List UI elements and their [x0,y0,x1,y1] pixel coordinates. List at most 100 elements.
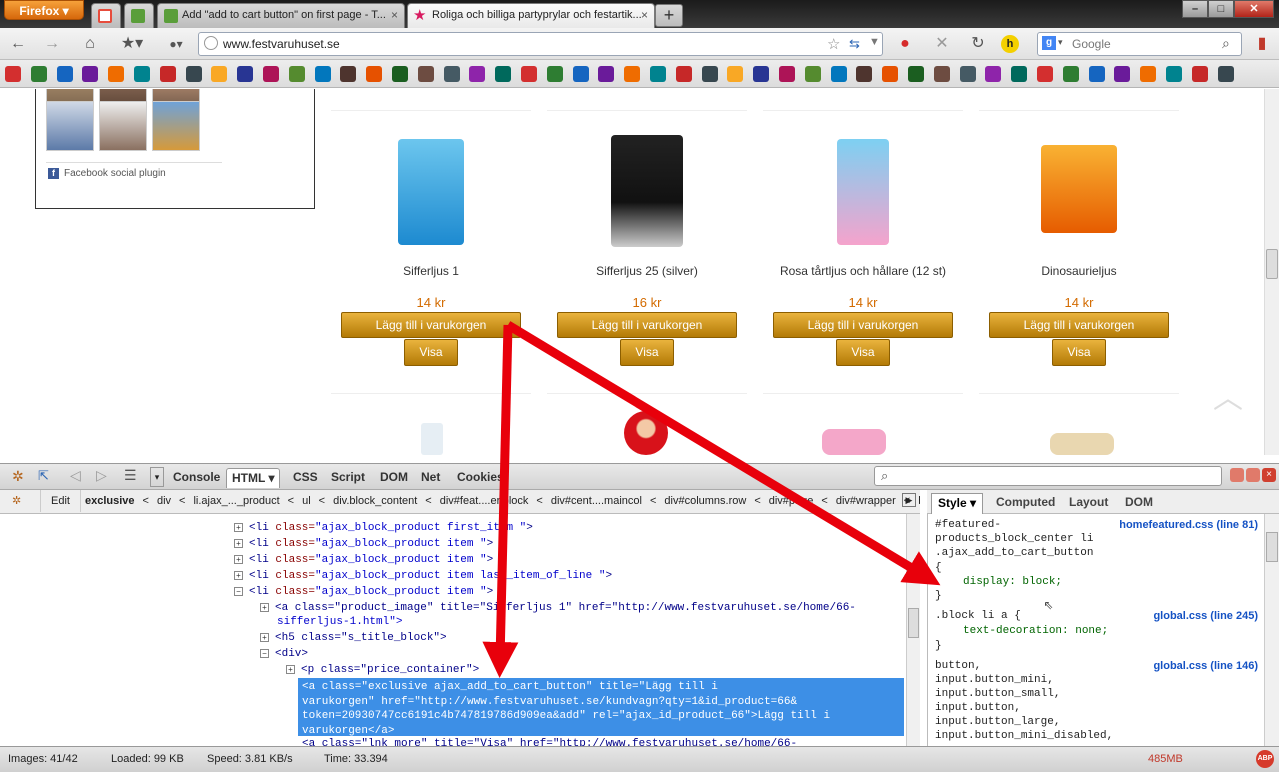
tab-addtocart[interactable]: Add "add to cart button" on first page -… [157,3,405,28]
detach-icon[interactable] [1246,468,1260,482]
tab-console[interactable]: Console [168,468,225,488]
tab-gmail[interactable] [91,3,121,28]
tree-node[interactable]: + <li class="ajax_block_product item "> [234,538,493,550]
bookmark-icon[interactable] [263,66,279,82]
css-source-link[interactable]: global.css (line 146) [1153,660,1258,672]
minimize-icon[interactable] [1230,468,1244,482]
product-name[interactable]: Sifferljus 1 [331,264,531,278]
tree-node[interactable]: + <a class="product_image" title="Sifferl… [260,602,856,614]
bookmark-icon[interactable] [959,66,976,82]
bookmark-icon[interactable] [134,66,150,82]
avatar[interactable] [152,101,200,151]
bookmark-icon[interactable] [1166,66,1182,82]
inspect-icon[interactable]: ⇱ [38,468,49,484]
firebug-icon[interactable]: ✲ [0,490,40,512]
breadcrumb-item[interactable]: div#feat....er.block [436,490,533,512]
bookmark-icon[interactable] [5,66,21,82]
identity-icon[interactable]: ●▾ [160,33,192,55]
bookmark-icon[interactable] [1011,66,1028,82]
bookmark-icon[interactable] [82,66,99,82]
breadcrumb-item[interactable]: div#page [765,490,818,512]
tab-css[interactable]: CSS [288,468,323,488]
tab-dom[interactable]: DOM [1119,493,1159,514]
minimize-button[interactable]: – [1182,0,1208,18]
forward-icon[interactable]: ▷ [96,467,107,484]
view-button[interactable]: Visa [404,339,458,366]
scrollbar-thumb[interactable] [1266,532,1278,562]
bookmark-icon[interactable] [1191,66,1208,82]
css-source-link[interactable]: global.css (line 245) [1153,610,1258,622]
back-icon[interactable]: ◁ [70,467,81,484]
tab-festvaruhuset[interactable]: ★ Roliga och billiga partyprylar och fest… [407,3,655,28]
product-image[interactable] [398,139,464,245]
tree-node[interactable]: <a class="lnk_more" title="Visa" href="h… [302,738,797,746]
view-button[interactable]: Visa [1052,339,1106,366]
view-button[interactable]: Visa [836,339,890,366]
bookmark-icon[interactable] [624,66,641,82]
bookmark-icon[interactable] [727,66,744,82]
close-icon[interactable]: × [641,4,648,27]
css-source-link[interactable]: homefeatured.css (line 81) [1119,519,1258,531]
scrollbar-thumb[interactable] [908,608,919,638]
addon-h-icon[interactable]: h [1001,35,1019,53]
tab-html[interactable]: HTML ▾ [226,468,281,488]
tab-dom[interactable]: DOM [375,468,413,488]
bookmark-icon[interactable] [650,66,666,82]
bookmark-icon[interactable] [185,66,202,82]
tree-node[interactable]: + <li class="ajax_block_product item last… [234,570,612,582]
chevron-down-icon[interactable]: ▼ [869,36,880,48]
style-scrollbar[interactable] [1264,514,1279,746]
bookmark-icon[interactable] [366,66,383,82]
tree-node[interactable]: + <h5 class="s_title_block"> [260,632,447,644]
breadcrumb-item[interactable]: div.block_content [329,490,421,512]
bookmark-icon[interactable] [908,66,924,82]
close-icon[interactable]: × [391,4,398,27]
bookmark-icon[interactable] [1217,66,1234,82]
bookmark-icon[interactable] [933,66,950,82]
bookmark-icon[interactable] [1140,66,1157,82]
scrollbar-thumb[interactable] [1266,249,1278,279]
menu-icon[interactable]: ☰ [124,467,137,484]
addon-icon[interactable]: ▮ [1250,33,1274,55]
bookmark-icon[interactable] [495,66,512,82]
page-scrollbar[interactable] [1264,89,1279,455]
tab-pinned[interactable] [124,3,154,28]
breadcrumb-item[interactable]: exclusive [81,490,139,512]
product-image[interactable] [1041,145,1117,233]
adblock-plus-icon[interactable]: ABP [1256,750,1274,768]
breadcrumb-scroll-icon[interactable]: ▶ [902,493,916,507]
bookmark-icon[interactable] [443,66,460,82]
product-name[interactable]: Sifferljus 25 (silver) [547,264,747,278]
breadcrumb-item[interactable]: div#columns.row [660,490,750,512]
bookmark-star-icon[interactable]: ★▾ [116,33,148,55]
bookmark-icon[interactable] [572,66,589,82]
breadcrumb-item[interactable]: li.ajax_..._product [189,490,283,512]
tab-style[interactable]: Style ▾ [931,493,984,514]
address-bar[interactable]: www.festvaruhuset.se ☆ ⇆ ▼ [198,32,883,56]
bookmark-icon[interactable] [521,66,537,82]
bookmark-icon[interactable] [753,66,770,82]
add-to-cart-button[interactable]: Lägg till i varukorgen [989,312,1169,338]
breadcrumb-item[interactable]: div#cent....maincol [547,490,646,512]
bookmark-icon[interactable] [469,66,486,82]
firefox-menu-button[interactable]: Firefox ▾ [4,0,84,20]
tree-node[interactable]: + <p class="price_container"> [286,664,479,676]
bookmark-icon[interactable] [1114,66,1131,82]
tree-node[interactable]: − <li class="ajax_block_product item "> [234,586,493,598]
reload-icon[interactable]: ↻ [966,33,990,55]
bookmark-icon[interactable] [211,66,228,82]
firebug-icon[interactable]: ✲ [12,468,24,485]
breadcrumb-item[interactable]: div [153,490,175,512]
scroll-top-icon[interactable]: ︿ [1213,373,1243,417]
tab-net[interactable]: Net [416,468,445,488]
bookmark-icon[interactable] [546,66,563,82]
product-image[interactable] [624,411,668,455]
avatar[interactable] [99,101,147,151]
back-icon[interactable]: ← [6,33,30,55]
bookmark-icon[interactable] [804,66,821,82]
product-image[interactable] [837,139,889,245]
bookmark-icon[interactable]: ☆ [827,35,840,53]
breadcrumb-item[interactable]: div#wrapper [832,490,900,512]
product-name[interactable]: Rosa tårtljus och hållare (12 st) [763,264,963,278]
bookmark-icon[interactable] [288,66,305,82]
